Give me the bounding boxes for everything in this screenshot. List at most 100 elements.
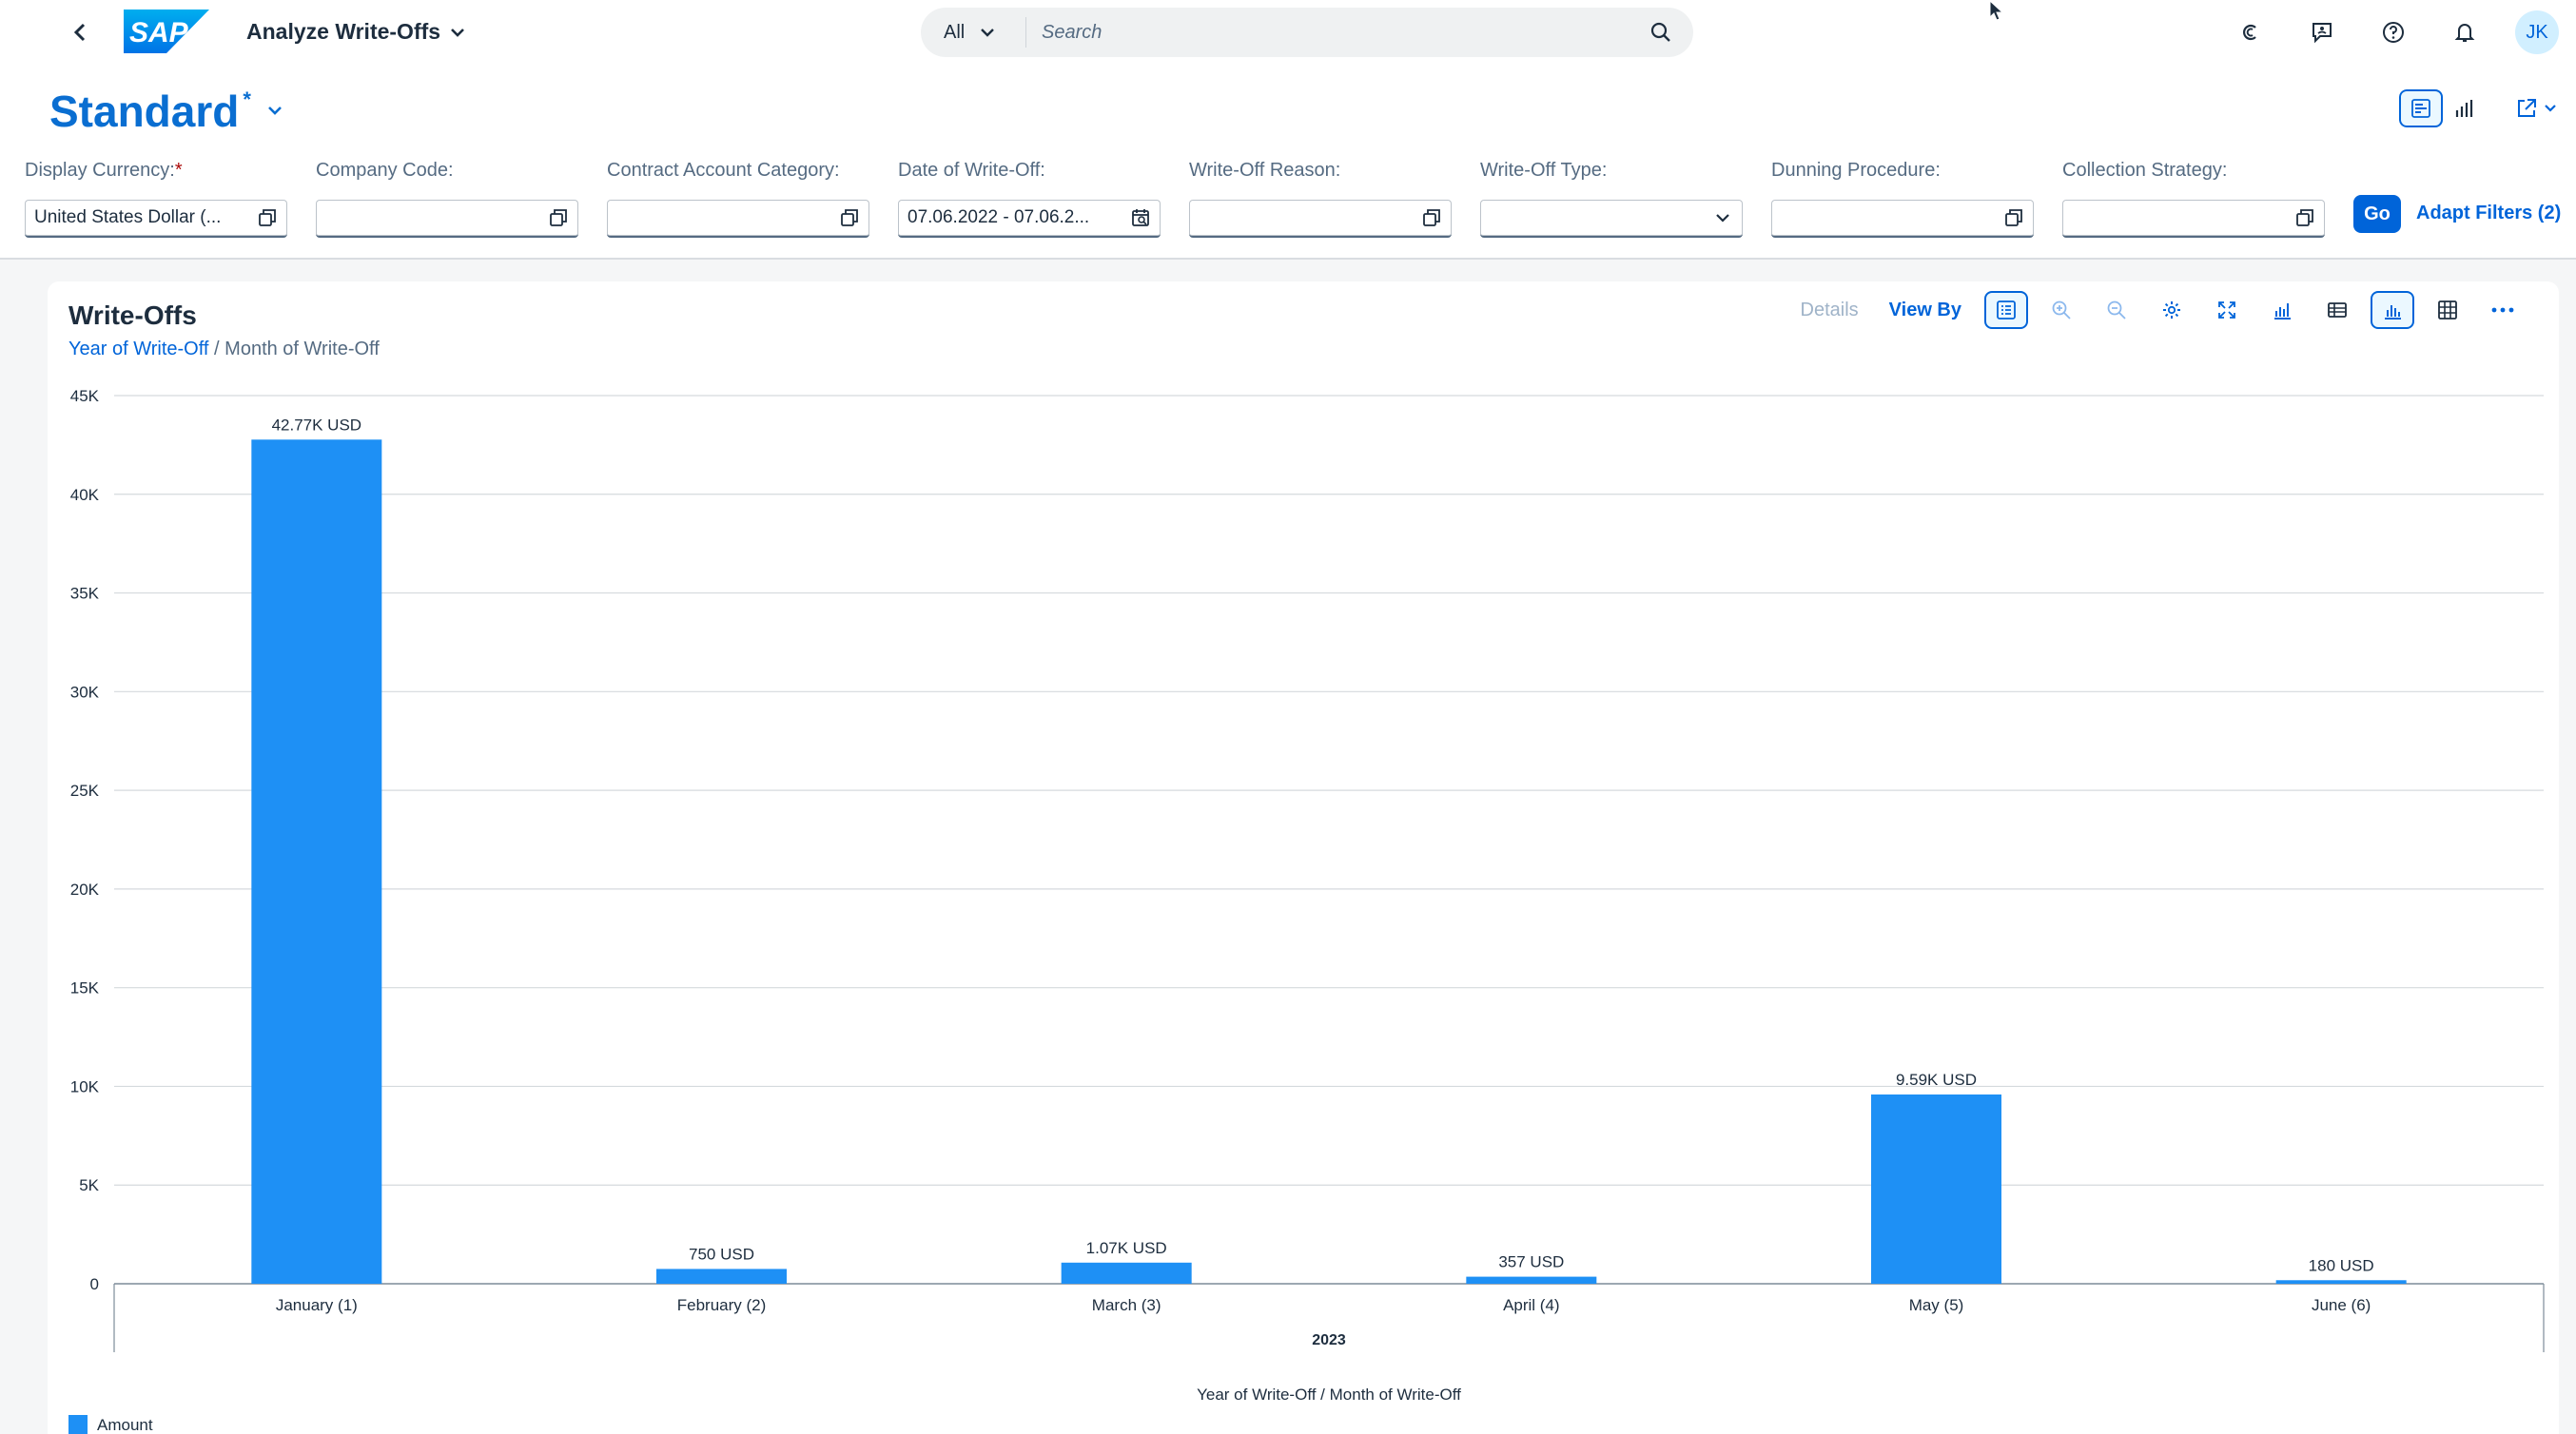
filter-field: Collection Strategy: [2062,160,2325,238]
y-tick-label: 10K [70,1077,100,1095]
y-tick-label: 45K [70,387,100,405]
help-icon [2383,22,2404,43]
filter-field: Display Currency:* United States Dollar (… [25,160,287,238]
filter-input-value: United States Dollar (... [34,207,222,227]
notifications-button[interactable] [2444,11,2486,53]
back-button[interactable] [67,19,93,46]
filter-input-value: 07.06.2022 - 07.06.2... [907,207,1090,227]
filter-label-text: Collection Strategy: [2062,160,2228,181]
value-help-icon[interactable] [2294,207,2315,228]
search-input[interactable]: Search [1042,22,1649,44]
dynamic-page-header: Standard * Display Currency:* United Stat… [0,65,2576,340]
x-group-label: 2023 [1312,1332,1346,1348]
search-scope-value: All [944,21,966,43]
chevron-left-icon [73,23,86,42]
svg-text:SAP: SAP [129,17,189,48]
y-tick-label: 40K [70,486,100,504]
chevron-down-icon [268,107,282,115]
data-label: 357 USD [1498,1253,1564,1271]
dropdown-icon[interactable] [1712,207,1733,228]
joule-icon [2243,24,2256,41]
filter-label: Date of Write-Off: [898,160,1161,186]
filter-input[interactable] [2062,200,2325,238]
legend-label: Amount [97,1416,153,1434]
bell-icon [2454,24,2475,42]
value-help-icon[interactable] [548,207,569,228]
mouse-cursor-icon [1989,0,2004,21]
share-icon [2518,99,2536,117]
filter-input[interactable] [1771,200,2034,238]
filter-label: Company Code: [316,160,578,186]
sap-logo[interactable]: SAP [124,10,209,53]
variant-management[interactable]: Standard * [49,86,283,137]
filter-label: Dunning Procedure: [1771,160,2034,186]
filter-input[interactable]: United States Dollar (... [25,200,287,238]
filter-label: Contract Account Category: [607,160,869,186]
user-avatar[interactable]: JK [2515,10,2559,54]
chart-view-button[interactable] [2443,89,2487,127]
search-scope-select[interactable]: All [944,22,1020,44]
chevron-down-icon [2545,105,2556,112]
bar [251,439,382,1284]
feedback-icon [2313,23,2332,44]
y-tick-label: 15K [70,979,100,998]
adapt-filters-button[interactable]: Adapt Filters (2) [2416,203,2561,224]
joule-button[interactable] [2230,11,2272,53]
y-tick-label: 0 [90,1275,99,1293]
filter-label: Write-Off Type: [1480,160,1743,186]
filter-label-text: Contract Account Category: [607,160,840,181]
app-title-menu[interactable]: Analyze Write-Offs [246,19,465,45]
share-menu-button[interactable] [2515,97,2557,120]
search-icon[interactable] [1649,21,1672,44]
data-label: 9.59K USD [1896,1071,1977,1089]
filter-field: Date of Write-Off: 07.06.2022 - 07.06.2..… [898,160,1161,238]
filter-label: Display Currency:* [25,160,287,186]
filter-field: Company Code: [316,160,578,238]
filter-input[interactable] [607,200,869,238]
y-tick-label: 5K [79,1176,99,1194]
filter-field: Dunning Procedure: [1771,160,2034,238]
value-help-icon[interactable] [257,207,278,228]
filter-label-text: Write-Off Type: [1480,160,1608,181]
bar [1061,1262,1192,1284]
value-help-icon[interactable] [1421,207,1442,228]
bar [1871,1094,2001,1284]
search-field[interactable]: All Search [921,8,1693,57]
filter-label-text: Company Code: [316,160,454,181]
y-tick-label: 35K [70,585,100,603]
write-offs-chart-card: Write-Offs Year of Write-Off / Month of … [48,281,2559,1434]
required-marker: * [174,160,183,181]
filter-label-text: Dunning Procedure: [1771,160,1941,181]
filter-field: Write-Off Type: [1480,160,1743,238]
search-divider [1025,17,1026,48]
filter-label: Collection Strategy: [2062,160,2325,186]
data-label: 750 USD [689,1245,754,1263]
filter-input[interactable] [316,200,578,238]
y-tick-label: 30K [70,683,100,701]
filter-input[interactable]: 07.06.2022 - 07.06.2... [898,200,1161,238]
legend-swatch [68,1415,88,1434]
feedback-button[interactable] [2301,11,2343,53]
y-tick-label: 20K [70,881,100,899]
filter-input[interactable] [1480,200,1743,238]
filter-label-text: Display Currency: [25,160,175,181]
data-label: 1.07K USD [1086,1239,1167,1257]
bar [2275,1280,2407,1284]
x-tick-label: January (1) [276,1296,358,1314]
value-help-icon[interactable] [839,207,860,228]
filter-field: Write-Off Reason: [1189,160,1452,238]
view-switch [2399,89,2557,127]
bar-chart-icon [2455,100,2473,117]
help-button[interactable] [2372,11,2414,53]
filter-input[interactable] [1189,200,1452,238]
data-label: 180 USD [2309,1256,2374,1274]
x-tick-label: May (5) [1909,1296,1964,1314]
chart-table-view-button[interactable] [2399,89,2443,127]
value-help-icon[interactable] [2003,207,2024,228]
filter-label-text: Write-Off Reason: [1189,160,1341,181]
app-title: Analyze Write-Offs [246,19,441,44]
go-button[interactable]: Go [2353,195,2401,233]
shell-bar: SAP Analyze Write-Offs All Search JK [0,0,2576,65]
data-label: 42.77K USD [272,416,362,434]
calendar-icon[interactable] [1130,207,1151,228]
